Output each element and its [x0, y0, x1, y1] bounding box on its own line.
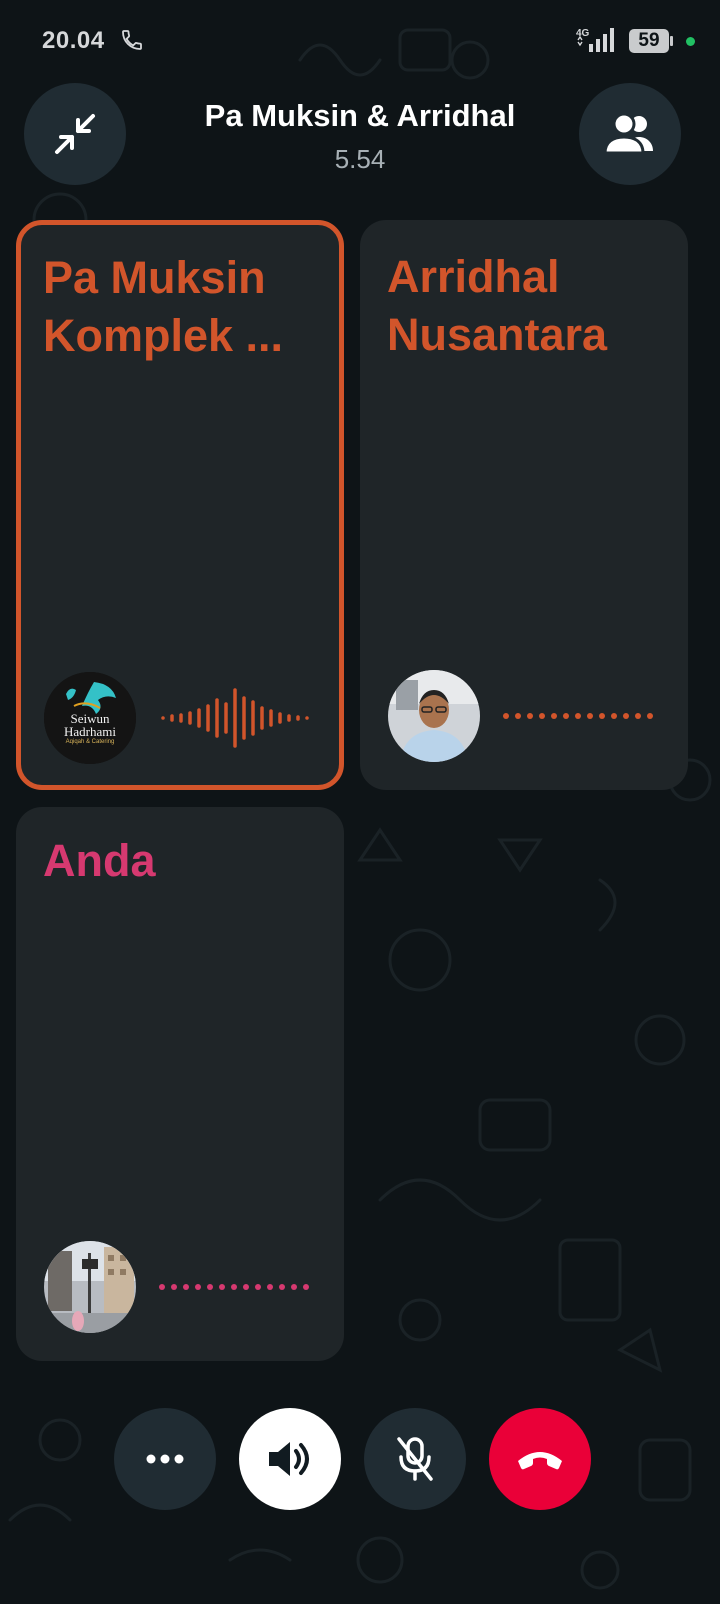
call-title: Pa Muksin & Arridhal [204, 98, 516, 133]
avatar [388, 670, 480, 762]
status-time: 20.04 [42, 27, 105, 54]
avatar-logo-text-3: Aqiqah & Catering [65, 739, 115, 745]
speaker-icon [269, 1442, 309, 1476]
privacy-indicator-dot [686, 37, 695, 46]
participant-tile-pa-muksin[interactable]: Pa Muksin Komplek ... Seiwun Hadrhami Aq… [16, 220, 344, 790]
call-duration: 5.54 [334, 144, 386, 174]
silent-waveform-icon [503, 713, 653, 719]
status-bar: 20.04 4G 59 [0, 0, 720, 80]
participant-name-line-1: Arridhal [387, 251, 560, 302]
participants-icon [603, 113, 653, 155]
minimize-arrows-icon [55, 114, 95, 154]
participant-name-line-1: Pa Muksin [43, 252, 266, 303]
participant-name-self: Anda [43, 835, 156, 886]
participant-tile-arridhal[interactable]: Arridhal Nusantara [360, 220, 688, 790]
signal-4g-icon: 4G [576, 28, 614, 52]
more-dots-icon [146, 1454, 184, 1464]
participant-name-line-2: Komplek ... [43, 310, 284, 361]
battery-indicator: 59 [629, 29, 673, 53]
participants-button[interactable] [579, 83, 681, 185]
hang-up-icon [518, 1452, 562, 1470]
svg-text:4G: 4G [576, 28, 590, 39]
battery-level: 59 [638, 30, 660, 51]
minimize-call-button[interactable] [24, 83, 126, 185]
mic-off-icon [397, 1437, 433, 1481]
participant-name-line-2: Nusantara [387, 309, 608, 360]
mute-button[interactable] [364, 1408, 466, 1510]
participant-tile-self[interactable]: Anda [16, 807, 344, 1361]
more-options-button[interactable] [114, 1408, 216, 1510]
participant-photo [388, 670, 480, 762]
avatar: Seiwun Hadrhami Aqiqah & Catering [44, 672, 136, 764]
end-call-button[interactable] [489, 1408, 591, 1510]
avatar [44, 1241, 136, 1333]
self-photo [44, 1241, 136, 1333]
speaker-button[interactable] [239, 1408, 341, 1510]
speaking-waveform-icon [161, 688, 309, 748]
ongoing-call-icon [122, 30, 142, 50]
avatar-logo-text-2: Hadrhami [64, 724, 116, 739]
silent-waveform-icon [159, 1284, 309, 1290]
